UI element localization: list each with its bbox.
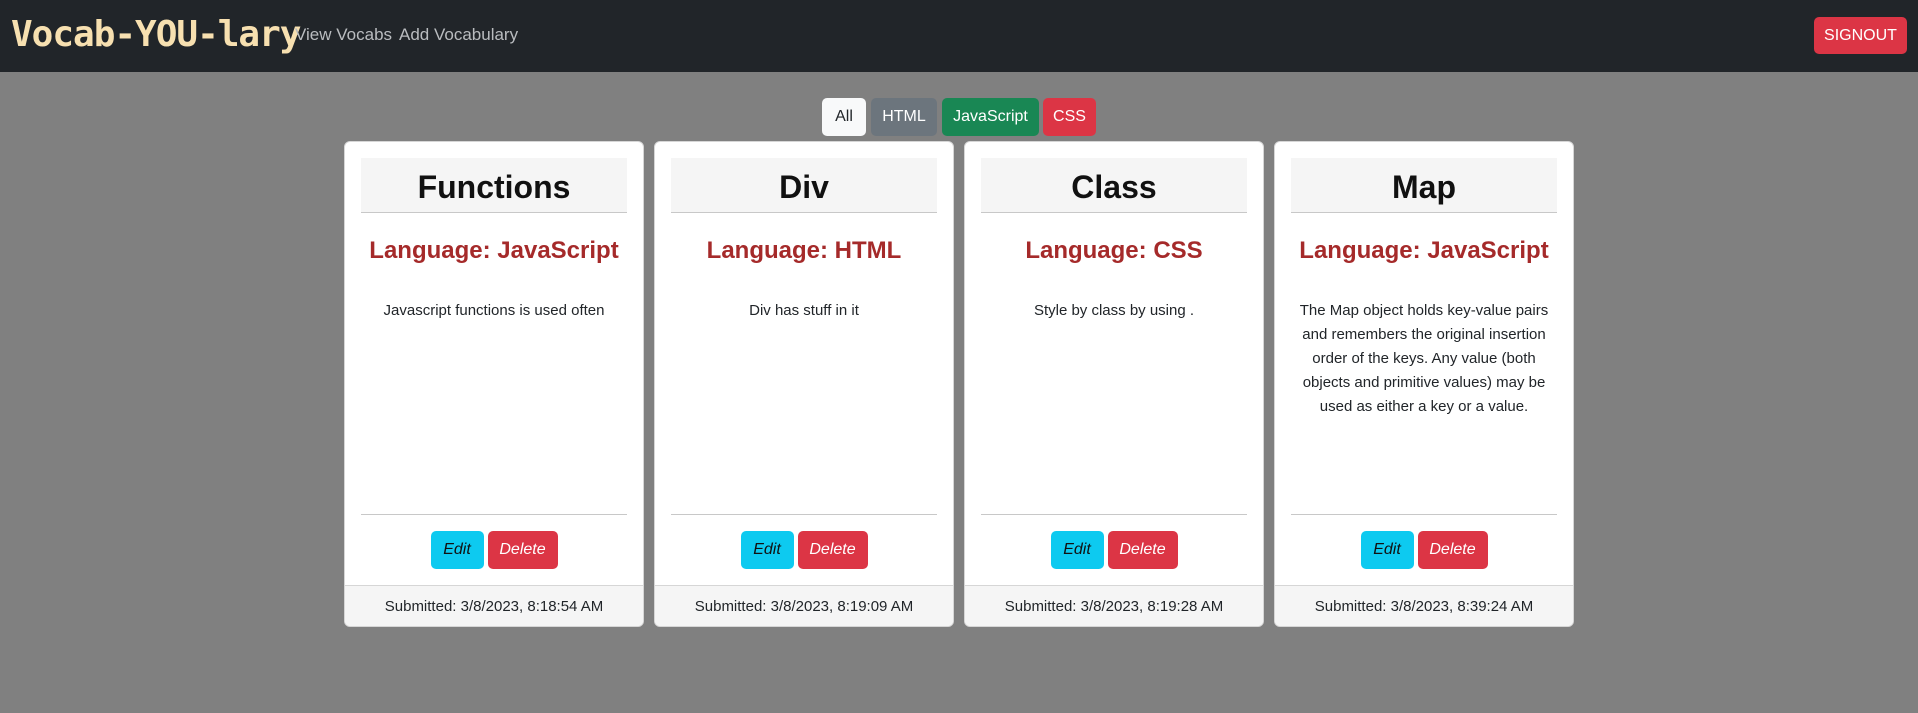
vocab-card: Functions Language: JavaScript Javascrip… — [344, 141, 644, 627]
card-submitted-footer: Submitted: 3/8/2023, 8:19:28 AM — [965, 585, 1263, 626]
card-definition: The Map object holds key-value pairs and… — [1299, 302, 1549, 415]
card-divider — [671, 514, 937, 515]
card-title: Map — [1291, 158, 1557, 213]
card-language: Language: HTML — [706, 237, 902, 264]
card-title: Div — [671, 158, 937, 213]
filter-javascript-button[interactable]: JavaScript — [942, 98, 1039, 136]
card-submitted-footer: Submitted: 3/8/2023, 8:18:54 AM — [345, 585, 643, 626]
filter-all-button[interactable]: All — [822, 98, 866, 136]
card-actions: Edit Delete — [965, 531, 1263, 569]
card-divider — [361, 514, 627, 515]
card-divider — [981, 514, 1247, 515]
vocab-card: Map Language: JavaScript The Map object … — [1274, 141, 1574, 627]
card-actions: Edit Delete — [655, 531, 953, 569]
vocab-card: Class Language: CSS Style by class by us… — [964, 141, 1264, 627]
card-divider — [1291, 514, 1557, 515]
card-submitted-footer: Submitted: 3/8/2023, 8:19:09 AM — [655, 585, 953, 626]
delete-button[interactable]: Delete — [487, 531, 558, 569]
edit-button[interactable]: Edit — [430, 531, 484, 569]
card-title: Class — [981, 158, 1247, 213]
delete-button[interactable]: Delete — [1107, 531, 1178, 569]
card-definition: Div has stuff in it — [749, 302, 859, 319]
card-language: Language: JavaScript — [1299, 237, 1549, 264]
brand-logo[interactable]: Vocab-YOU-lary — [11, 13, 301, 57]
card-actions: Edit Delete — [1275, 531, 1573, 569]
edit-button[interactable]: Edit — [740, 531, 794, 569]
nav-link-view-vocabs[interactable]: View Vocabs — [295, 25, 392, 45]
edit-button[interactable]: Edit — [1050, 531, 1104, 569]
card-title: Functions — [361, 158, 627, 213]
edit-button[interactable]: Edit — [1360, 531, 1414, 569]
nav-link-add-vocabulary[interactable]: Add Vocabulary — [399, 25, 518, 45]
vocab-card: Div Language: HTML Div has stuff in it E… — [654, 141, 954, 627]
card-definition: Javascript functions is used often — [383, 302, 605, 319]
signout-button[interactable]: SIGNOUT — [1814, 17, 1907, 54]
card-language: Language: JavaScript — [369, 237, 619, 264]
navbar: Vocab-YOU-lary View Vocabs Add Vocabular… — [0, 0, 1918, 72]
delete-button[interactable]: Delete — [797, 531, 868, 569]
card-submitted-footer: Submitted: 3/8/2023, 8:39:24 AM — [1275, 585, 1573, 626]
card-actions: Edit Delete — [345, 531, 643, 569]
filter-html-button[interactable]: HTML — [871, 98, 937, 136]
card-language: Language: CSS — [1025, 237, 1203, 264]
filter-css-button[interactable]: CSS — [1043, 98, 1096, 136]
delete-button[interactable]: Delete — [1417, 531, 1488, 569]
card-definition: Style by class by using . — [1033, 302, 1195, 319]
